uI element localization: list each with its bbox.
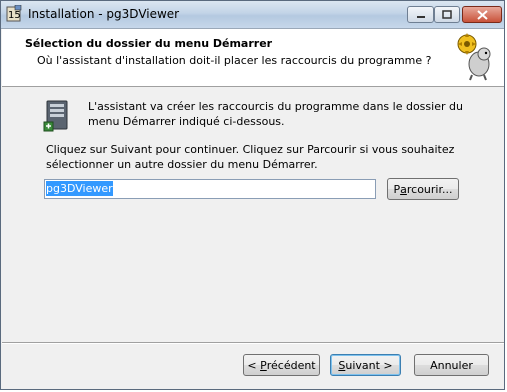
browse-label-post: rcourir... — [406, 182, 453, 196]
previous-button[interactable]: < Précédent — [243, 354, 320, 376]
next-button[interactable]: Suivant > — [330, 354, 401, 376]
minimize-icon — [416, 15, 425, 18]
minimize-button[interactable] — [407, 6, 434, 23]
maximize-button[interactable] — [434, 6, 460, 23]
installer-window: 15 Installation - pg3DViewer Sélection d… — [0, 0, 505, 390]
prev-label-accel: P — [260, 358, 267, 372]
wizard-mascot-icon — [450, 31, 496, 81]
start-menu-folder-icon — [43, 100, 71, 132]
instructions-text: Cliquez sur Suivant pour continuer. Cliq… — [46, 143, 455, 171]
next-label-post: uivant > — [345, 358, 393, 372]
prev-label-pre: < — [247, 358, 261, 372]
start-menu-folder-input[interactable]: pg3DViewer — [44, 179, 376, 199]
svg-text:15: 15 — [8, 10, 21, 21]
browse-label-accel: a — [400, 182, 407, 196]
next-label-accel: S — [338, 358, 346, 372]
page-subtitle: Où l'assistant d'installation doit-il pl… — [37, 54, 432, 67]
browse-button[interactable]: Pa rcourir... — [387, 178, 459, 200]
title-bar[interactable]: 15 Installation - pg3DViewer — [1, 1, 504, 29]
close-button[interactable] — [462, 6, 502, 23]
window-title: Installation - pg3DViewer — [28, 7, 180, 21]
maximize-icon — [442, 10, 452, 19]
footer-separator — [2, 342, 504, 344]
wizard-header: Sélection du dossier du menu Démarrer Où… — [2, 29, 504, 87]
folder-input-value: pg3DViewer — [46, 181, 113, 196]
description-text: L'assistant va créer les raccourcis du p… — [88, 100, 463, 128]
close-icon — [476, 9, 488, 20]
cancel-button[interactable]: Annuler — [414, 354, 489, 376]
browse-label-pre: P — [393, 182, 401, 196]
prev-label-post: récédent — [266, 358, 316, 372]
page-title: Sélection du dossier du menu Démarrer — [25, 37, 273, 50]
installer-icon[interactable]: 15 — [6, 4, 22, 22]
